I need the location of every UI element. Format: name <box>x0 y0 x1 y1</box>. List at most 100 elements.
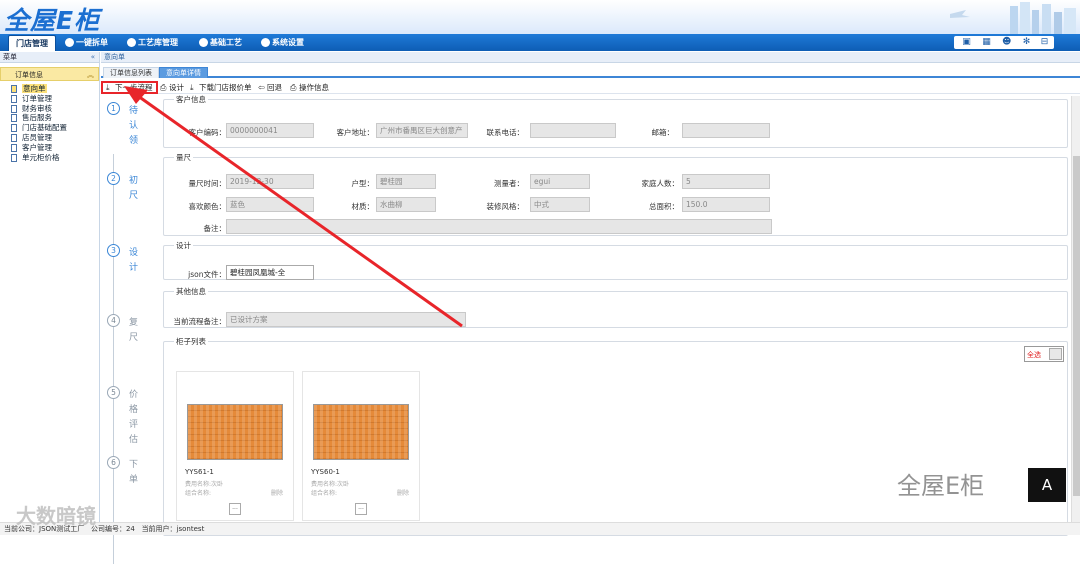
customer-code-label: 客户编码： <box>188 128 227 137</box>
tab-order-list[interactable]: 订单信息列表 <box>103 67 159 78</box>
vertical-scrollbar[interactable] <box>1071 96 1080 522</box>
tab-store-management[interactable]: 门店管理 <box>8 35 56 51</box>
scrollbar-thumb[interactable] <box>1073 156 1080 496</box>
step-connector-line <box>113 154 114 564</box>
main-content: 意向单 订单信息列表 意向单详情 ⤓ 下一步流程 ⎙ 设计 ⤓ 下载门店报价单 ⇦ 回退… <box>101 52 1080 564</box>
check-circle-icon <box>127 38 136 47</box>
monitor-icon[interactable]: ▣ <box>962 38 971 47</box>
measurer-field[interactable]: egui <box>530 174 590 189</box>
customer-code-field[interactable]: 0000000041 <box>226 123 314 138</box>
sidebar: 菜单 « 订单信息 ︽ 意向单 订单管理 财务审核 售后服务 门店基础配置 店员… <box>0 52 100 522</box>
sidebar-item-orders[interactable]: 订单管理 <box>0 94 99 104</box>
cabinet-thumbnail <box>313 404 409 460</box>
material-label: 材质： <box>351 202 375 211</box>
document-icon <box>11 85 17 93</box>
tab-one-click-split[interactable]: 一键拆单 <box>62 35 122 51</box>
download-icon: ⤓ <box>106 83 110 92</box>
design-button[interactable]: ⎙ 设计 <box>159 82 184 93</box>
measurer-label: 测量者： <box>494 179 524 188</box>
material-field[interactable]: 水曲柳 <box>376 197 436 212</box>
cabinet-list-section: 柜子列表 YYS61-1 费用名称:次卧 组合名称: 删除 ... YYS60-… <box>163 336 1068 536</box>
main-navbar: 门店管理 一键拆单 工艺库管理 基础工艺 系统设置 ▣ ▦ ☻ ✻ ⊟ <box>0 34 1080 51</box>
download-quote-button[interactable]: ⤓ 下载门店报价单 <box>189 82 252 93</box>
area-field[interactable]: 150.0 <box>682 197 770 212</box>
style-field[interactable]: 中式 <box>530 197 590 212</box>
json-file-label: json文件： <box>188 270 226 279</box>
document-icon <box>11 104 17 113</box>
subtabs: 订单信息列表 意向单详情 <box>101 66 1080 78</box>
sidebar-header: 菜单 « <box>0 52 99 63</box>
cabinet-combo-name: 组合名称: <box>185 490 212 497</box>
collapse-icon[interactable]: « <box>91 52 95 63</box>
cabinet-name: YYS61-1 <box>185 468 214 476</box>
remark-label: 备注： <box>203 224 227 233</box>
phone-label: 联系电话： <box>486 128 525 137</box>
email-field[interactable] <box>682 123 770 138</box>
sidebar-item-finance[interactable]: 财务审核 <box>0 104 99 114</box>
flow-note-field[interactable]: 已设计方案 <box>226 312 466 327</box>
style-label: 装修风格： <box>486 202 525 211</box>
action-toolbar: ⤓ 下一步流程 ⎙ 设计 ⤓ 下载门店报价单 ⇦ 回退 ⎙ 操作信息 <box>101 81 1080 94</box>
unit-type-field[interactable]: 碧桂园 <box>376 174 436 189</box>
sidebar-item-customers[interactable]: 客户管理 <box>0 143 99 153</box>
return-button[interactable]: ⇦ 回退 <box>257 82 282 93</box>
select-all-toggle[interactable]: 全选 <box>1024 346 1064 362</box>
skyline-decoration <box>950 2 1076 34</box>
more-button[interactable]: ... <box>355 503 367 515</box>
app-logo: 全屋E柜 <box>4 6 101 35</box>
color-label: 喜欢颜色： <box>188 202 227 211</box>
flow-note-label: 当前流程备注： <box>173 317 227 326</box>
delete-link[interactable]: 删除 <box>397 488 409 497</box>
sidebar-group-order-info[interactable]: 订单信息 ︽ <box>0 67 99 81</box>
cabinet-thumbnail <box>187 404 283 460</box>
status-bar: 当前公司：JSON测试工厂 公司编号：24 当前用户：jsontest <box>0 522 1080 535</box>
delete-link[interactable]: 删除 <box>271 488 283 497</box>
cabinet-name: YYS60-1 <box>311 468 340 476</box>
other-info-section: 其他信息 当前流程备注： 已设计方案 <box>163 286 1068 328</box>
more-button[interactable]: ... <box>229 503 241 515</box>
operation-info-button[interactable]: ⎙ 操作信息 <box>289 82 329 93</box>
tab-intention-detail[interactable]: 意向单详情 <box>159 67 208 78</box>
measure-time-field[interactable]: 2019-12-30 <box>226 174 314 189</box>
next-step-button[interactable]: ⤓ 下一步流程 <box>105 82 153 93</box>
gear-icon[interactable]: ✻ <box>1022 38 1031 47</box>
calendar-icon[interactable]: ▦ <box>982 38 991 47</box>
customer-address-label: 客户地址： <box>336 128 375 137</box>
family-size-field[interactable]: 5 <box>682 174 770 189</box>
sidebar-item-staff[interactable]: 店员管理 <box>0 133 99 143</box>
color-field[interactable]: 蓝色 <box>226 197 314 212</box>
sidebar-item-after-sales[interactable]: 售后服务 <box>0 113 99 123</box>
cabinet-fee-name: 费用名称:次卧 <box>311 481 350 488</box>
print-icon: ⎙ <box>160 83 167 92</box>
settings-icon <box>261 38 270 47</box>
toggle-knob <box>1049 348 1062 360</box>
exit-icon[interactable]: ⊟ <box>1040 38 1049 47</box>
design-section: 设计 json文件： 碧桂园凤凰城-全 <box>163 240 1068 280</box>
document-icon <box>11 114 17 123</box>
cabinet-card[interactable]: YYS60-1 费用名称:次卧 组合名称: 删除 ... <box>302 371 420 521</box>
download-icon: ⤓ <box>190 83 194 92</box>
tab-basic-process[interactable]: 基础工艺 <box>196 35 256 51</box>
unit-type-label: 户型： <box>351 179 375 188</box>
sidebar-item-store-config[interactable]: 门店基础配置 <box>0 123 99 133</box>
watermark-right: 全屋E柜 <box>897 472 985 500</box>
phone-field[interactable] <box>530 123 616 138</box>
app-banner: 全屋E柜 <box>0 0 1080 35</box>
document-icon <box>11 143 17 152</box>
document-icon <box>11 94 17 103</box>
customer-address-field[interactable]: 广州市番禺区巨大创意产 <box>376 123 468 138</box>
document-icon <box>11 153 17 162</box>
json-file-field[interactable]: 碧桂园凤凰城-全 <box>226 265 314 280</box>
tab-system-settings[interactable]: 系统设置 <box>258 35 318 51</box>
family-size-label: 家庭人数： <box>641 179 680 188</box>
remark-field[interactable] <box>226 219 772 234</box>
cabinet-fee-name: 费用名称:次卧 <box>185 481 224 488</box>
sidebar-item-intention[interactable]: 意向单 <box>0 84 99 94</box>
print-icon: ⎙ <box>290 83 297 92</box>
tab-process-library[interactable]: 工艺库管理 <box>124 35 194 51</box>
cabinet-card[interactable]: YYS61-1 费用名称:次卧 组合名称: 删除 ... <box>176 371 294 521</box>
toolbar-icons: ▣ ▦ ☻ ✻ ⊟ <box>954 36 1054 49</box>
user-icon[interactable]: ☻ <box>1002 38 1011 47</box>
check-circle-icon <box>65 38 74 47</box>
sidebar-item-cabinet-price[interactable]: 单元柜价格 <box>0 153 99 163</box>
